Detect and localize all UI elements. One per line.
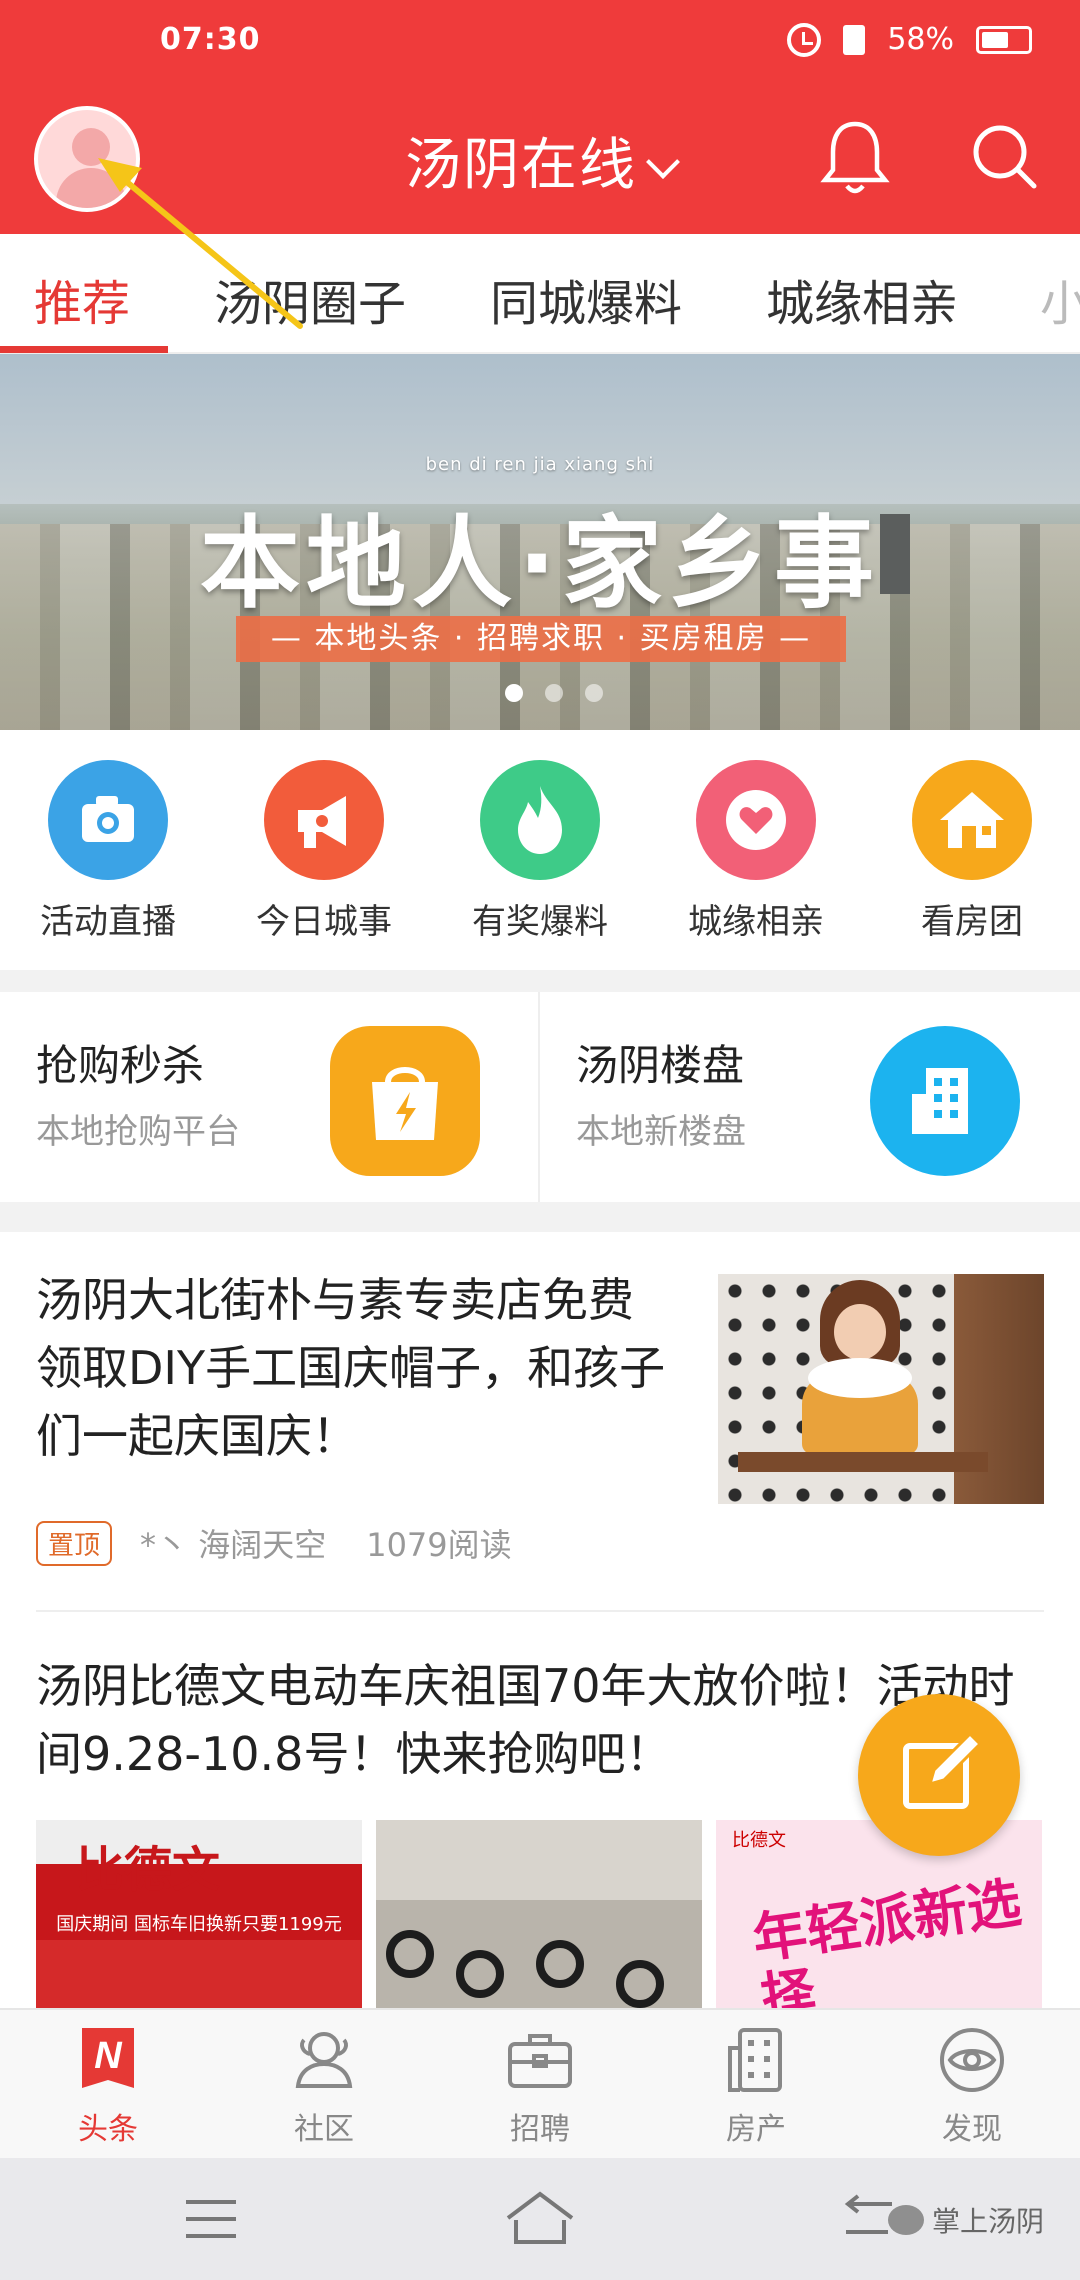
promo-cards: 抢购秒杀 本地抢购平台 汤阴楼盘 本地新楼盘 (0, 992, 1080, 1202)
quick-link-label: 看房团 (921, 902, 1023, 942)
carousel-dot[interactable] (545, 684, 563, 702)
carousel-dots (505, 684, 603, 702)
quick-link-label: 今日城事 (256, 902, 392, 942)
promo-subtitle: 本地抢购平台 (36, 1112, 240, 1152)
banner-carousel[interactable]: ben di ren jia xiang shi 本地人·家乡事 — 本地头条 … (0, 354, 1080, 730)
promo-title: 汤阴楼盘 (576, 1041, 745, 1090)
bell-icon[interactable] (820, 118, 890, 198)
ad-slogan: 年轻派新选择 (748, 1870, 1025, 2012)
store-promo-strip: 国庆期间 国标车旧换新只要1199元 (56, 1914, 342, 1935)
article-reads: 1079阅读 (366, 1526, 512, 1564)
app-header: 汤阴在线 (0, 80, 1080, 234)
building-icon (870, 1026, 1020, 1176)
banner-headline: 本地人·家乡事 (200, 505, 880, 622)
status-bar: 07:30 58% (0, 0, 1080, 80)
nav-jobs[interactable]: 招聘 (432, 2024, 648, 2148)
watermark-text: 掌上汤阴 (932, 2205, 1045, 2238)
building-grid-icon (720, 2024, 792, 2096)
article-thumbnail[interactable] (718, 1274, 1044, 1504)
camera-icon (48, 760, 168, 880)
bottom-nav: N 头条 社区 招聘 房产 发现 (0, 2008, 1080, 2158)
bike-wheel (616, 1960, 664, 2008)
bike-wheel (386, 1930, 434, 1978)
bike-wheel (536, 1940, 584, 1988)
wechat-icon (888, 2205, 924, 2235)
quick-link-tips[interactable]: 有奖爆料 (432, 760, 648, 943)
house-icon (912, 760, 1032, 880)
community-icon (288, 2024, 360, 2096)
nav-label: 发现 (942, 2112, 1002, 2147)
ad-brand: 比德文 (732, 1830, 786, 1851)
watermark: 掌上汤阴 (888, 2200, 1044, 2240)
quick-link-label: 城缘相亲 (688, 902, 824, 942)
article-title[interactable]: 汤阴大北街朴与素专卖店免费领取DIY手工国庆帽子，和孩子们一起庆国庆！ (36, 1266, 676, 1470)
header-title: 汤阴在线 (405, 133, 637, 198)
quick-link-house-tour[interactable]: 看房团 (864, 760, 1080, 943)
category-tabs: 推荐 汤阴圈子 同城爆料 城缘相亲 小 (0, 234, 1080, 354)
article-image-bikes[interactable] (376, 1820, 702, 2012)
article-author[interactable]: *丶 海阔天空 (140, 1520, 326, 1566)
thumbnail-bench (738, 1452, 988, 1472)
svg-text:N: N (94, 2035, 123, 2077)
quick-link-label: 有奖爆料 (472, 902, 608, 942)
city-selector[interactable]: 汤阴在线 (0, 120, 1080, 201)
nav-discover[interactable]: 发现 (864, 2024, 1080, 2148)
chevron-down-icon (646, 145, 680, 179)
news-feed: 汤阴大北街朴与素专卖店免费领取DIY手工国庆帽子，和孩子们一起庆国庆！ 置顶 *… (0, 1232, 1080, 2012)
tab-circle[interactable]: 汤阴圈子 (214, 264, 406, 334)
alarm-icon (787, 22, 822, 57)
quick-link-label: 活动直播 (40, 902, 176, 942)
edit-icon (903, 1731, 983, 1809)
thumbnail-child-face (834, 1304, 886, 1360)
quick-link-city-news[interactable]: 今日城事 (216, 760, 432, 943)
compose-button[interactable] (858, 1694, 1020, 1856)
article-divider (36, 1610, 1044, 1612)
tab-recommend[interactable]: 推荐 (34, 264, 130, 334)
battery-icon (976, 25, 1032, 54)
search-icon[interactable] (968, 120, 1040, 192)
menu-icon[interactable] (184, 2198, 238, 2240)
bike-wheel (456, 1950, 504, 1998)
heart-chat-icon (696, 760, 816, 880)
nav-headlines[interactable]: N 头条 (0, 2024, 216, 2148)
home-icon[interactable] (504, 2190, 576, 2246)
quick-link-live[interactable]: 活动直播 (0, 760, 216, 943)
carousel-dot[interactable] (505, 684, 523, 702)
tab-indicator (0, 346, 168, 353)
promo-real-estate[interactable]: 汤阴楼盘 本地新楼盘 (540, 992, 1078, 1202)
pinned-badge: 置顶 (36, 1520, 113, 1566)
thumbnail-child-collar (808, 1358, 912, 1398)
tab-dating[interactable]: 城缘相亲 (766, 264, 958, 334)
article-meta: 置顶 *丶 海阔天空 1079阅读 (36, 1520, 512, 1566)
quick-links: 活动直播 今日城事 有奖爆料 城缘相亲 看房团 (0, 730, 1080, 970)
headline-n-icon: N (72, 2024, 144, 2096)
eye-discover-icon (936, 2024, 1008, 2096)
nav-label: 社区 (294, 2112, 354, 2147)
sim-icon (843, 24, 866, 55)
banner-tagline: — 本地头条 · 招聘求职 · 买房租房 — (236, 616, 846, 662)
quick-link-dating[interactable]: 城缘相亲 (648, 760, 864, 943)
status-time: 07:30 (160, 22, 261, 57)
nav-property[interactable]: 房产 (648, 2024, 864, 2148)
banner-pinyin: ben di ren jia xiang shi (425, 454, 655, 475)
flame-icon (480, 760, 600, 880)
carousel-dot[interactable] (585, 684, 603, 702)
battery-text: 58% (887, 22, 954, 57)
nav-label: 招聘 (510, 2112, 570, 2147)
briefcase-icon (504, 2024, 576, 2096)
store-sign: 比德文 (76, 1844, 221, 1897)
nav-label: 房产 (726, 2112, 786, 2147)
article-image-storefront[interactable]: 比德文 国庆期间 国标车旧换新只要1199元 (36, 1820, 362, 2012)
promo-subtitle: 本地新楼盘 (576, 1112, 746, 1152)
nav-label: 头条 (78, 2112, 138, 2147)
megaphone-icon (264, 760, 384, 880)
tab-more[interactable]: 小 (1040, 264, 1080, 334)
promo-flash-sale[interactable]: 抢购秒杀 本地抢购平台 (0, 992, 538, 1202)
promo-title: 抢购秒杀 (36, 1041, 205, 1090)
nav-community[interactable]: 社区 (216, 2024, 432, 2148)
tab-news-tips[interactable]: 同城爆料 (490, 264, 682, 334)
shopping-bag-icon (330, 1026, 480, 1176)
